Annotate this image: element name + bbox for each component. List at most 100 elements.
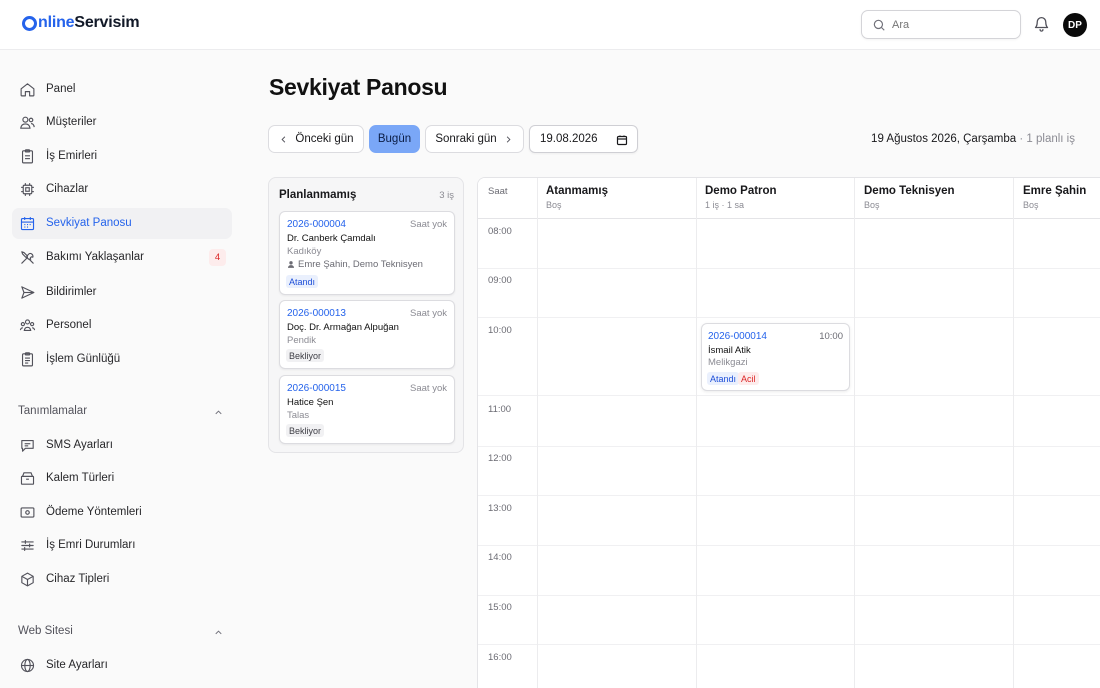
- job-location: Melikgazi: [708, 357, 748, 368]
- date-value: 19.08.2026: [540, 133, 598, 145]
- button-label: Bugün: [377, 133, 412, 145]
- sidebar-item-activity-log[interactable]: İşlem Günlüğü: [12, 344, 232, 375]
- column-divider: [1013, 178, 1014, 688]
- wrench-icon: [21, 251, 34, 264]
- notifications-button[interactable]: [1033, 15, 1050, 36]
- job-time: Saat yok: [410, 219, 447, 230]
- unplanned-job-card[interactable]: 2026-000004 Saat yok Dr. Canberk Çamdalı…: [279, 211, 455, 295]
- status-badge: Bekliyor: [286, 424, 325, 437]
- hour-gridline: [478, 317, 1100, 318]
- section-definitions-toggle[interactable]: Tanımlamalar: [18, 405, 224, 417]
- chip-icon: [21, 183, 34, 196]
- button-label: Sonraki gün: [435, 133, 497, 145]
- hour-gridline: [478, 268, 1100, 269]
- button-label: Önceki gün: [295, 133, 354, 145]
- job-time: Saat yok: [410, 383, 447, 394]
- hour-label: 15:00: [488, 602, 512, 613]
- column-title-technician: Demo Teknisyen: [864, 185, 955, 197]
- panel-count: 3 iş: [439, 190, 454, 201]
- sidebar-item-label: Bakımı Yaklaşanlar: [46, 251, 145, 263]
- scheduled-job-card[interactable]: 2026-000014 10:00 İsmail Atik Melikgazi …: [701, 323, 850, 391]
- sidebar-item-work-orders[interactable]: İş Emirleri: [12, 141, 232, 172]
- calendar-picker-icon[interactable]: [616, 134, 628, 146]
- customer-name: Doç. Dr. Armağan Alpuğan: [287, 322, 399, 333]
- column-title-unassigned: Atanmamış: [546, 185, 608, 197]
- job-location: Talas: [287, 410, 310, 421]
- hour-label: 11:00: [488, 404, 512, 415]
- app-logo[interactable]: nline Servisim: [22, 14, 140, 32]
- count-badge: 4: [209, 249, 226, 266]
- customer-name: Hatice Şen: [287, 397, 334, 408]
- job-location: Pendik: [287, 335, 317, 346]
- unplanned-job-card[interactable]: 2026-000015 Saat yok Hatice Şen Talas Be…: [279, 375, 455, 444]
- column-divider: [537, 178, 538, 688]
- payment-icon: [20, 507, 35, 518]
- column-divider: [854, 178, 855, 688]
- column-divider: [854, 178, 855, 219]
- sidebar-item-sms-settings[interactable]: SMS Ayarları: [12, 430, 232, 461]
- search-input[interactable]: [892, 16, 1012, 34]
- status-badge: Bekliyor: [286, 349, 325, 362]
- chevron-right-icon: [506, 135, 511, 143]
- sidebar-item-label: Ödeme Yöntemleri: [46, 506, 142, 518]
- sidebar-item-site-settings[interactable]: Site Ayarları: [12, 650, 232, 681]
- column-subtitle: 1 iş · 1 sa: [705, 200, 745, 210]
- unplanned-job-card[interactable]: 2026-000013 Saat yok Doç. Dr. Armağan Al…: [279, 300, 455, 369]
- hour-label: 13:00: [488, 503, 512, 514]
- column-divider: [696, 178, 697, 219]
- chevron-left-icon: [281, 135, 286, 143]
- sidebar-item-upcoming-maintenance[interactable]: Bakımı Yaklaşanlar 4: [12, 242, 232, 273]
- hour-gridline: [478, 595, 1100, 596]
- section-website-toggle[interactable]: Web Sitesi: [18, 625, 224, 637]
- sidebar-item-label: Cihazlar: [46, 183, 89, 195]
- date-picker-input[interactable]: 19.08.2026: [529, 125, 638, 153]
- column-subtitle: Boş: [546, 200, 562, 210]
- sidebar-item-device-types[interactable]: Cihaz Tipleri: [12, 564, 232, 595]
- separator: ·: [1016, 133, 1027, 145]
- previous-day-button[interactable]: Önceki gün: [268, 125, 364, 153]
- selected-date-summary: 19 Ağustos 2026, Çarşamba · 1 planlı iş: [871, 133, 1075, 145]
- column-divider: [537, 178, 538, 219]
- sidebar-item-item-types[interactable]: Kalem Türleri: [12, 463, 232, 494]
- top-bar: nline Servisim DP: [0, 0, 1100, 50]
- dispatch-calendar: Saat Atanmamış Boş Demo Patron 1 iş · 1 …: [477, 177, 1100, 688]
- calendar-icon: [20, 217, 35, 231]
- bell-icon: [1034, 16, 1049, 32]
- customer-name: İsmail Atik: [708, 345, 751, 356]
- sidebar-item-label: Sevkiyat Panosu: [46, 217, 132, 229]
- hour-gridline: [478, 446, 1100, 447]
- person-icon: [288, 261, 294, 268]
- panel-title: Planlanmamış: [279, 189, 357, 201]
- sidebar-item-label: Personel: [46, 319, 92, 331]
- hour-label: 09:00: [488, 275, 512, 286]
- hour-label: 12:00: [488, 453, 512, 464]
- sidebar-item-devices[interactable]: Cihazlar: [12, 174, 232, 205]
- unplanned-jobs-panel: Planlanmamış 3 iş 2026-000004 Saat yok D…: [268, 177, 464, 453]
- sidebar-item-customers[interactable]: Müşteriler: [12, 107, 232, 138]
- sidebar-item-payment-methods[interactable]: Ödeme Yöntemleri: [12, 497, 232, 528]
- status-badge: Atandı: [286, 275, 319, 288]
- sidebar-item-label: Cihaz Tipleri: [46, 573, 110, 585]
- sidebar-item-panel[interactable]: Panel: [12, 74, 232, 105]
- sliders-icon: [21, 539, 34, 552]
- sidebar-item-dispatch-board[interactable]: Sevkiyat Panosu: [12, 208, 232, 239]
- job-number: 2026-000015: [287, 383, 346, 394]
- chevron-up-icon: [215, 410, 222, 415]
- assigned-technicians: Emre Şahin, Demo Teknisyen: [287, 259, 423, 270]
- column-subtitle: Boş: [1023, 200, 1039, 210]
- clipboard-icon: [21, 149, 34, 164]
- sidebar-item-staff[interactable]: Personel: [12, 310, 232, 341]
- job-time: 10:00: [819, 331, 843, 342]
- hour-label: 10:00: [488, 325, 512, 336]
- page-title: Sevkiyat Panosu: [269, 74, 448, 100]
- next-day-button[interactable]: Sonraki gün: [425, 125, 524, 153]
- user-avatar[interactable]: DP: [1063, 13, 1087, 37]
- today-button[interactable]: Bugün: [369, 125, 420, 153]
- search-box[interactable]: [861, 10, 1021, 39]
- sidebar-item-notifications[interactable]: Bildirimler: [12, 277, 232, 308]
- column-title-technician: Demo Patron: [705, 185, 777, 197]
- column-divider: [1013, 178, 1014, 219]
- hour-label: 14:00: [488, 552, 512, 563]
- logo-o-mark: [22, 15, 37, 31]
- sidebar-item-work-order-statuses[interactable]: İş Emri Durumları: [12, 530, 232, 561]
